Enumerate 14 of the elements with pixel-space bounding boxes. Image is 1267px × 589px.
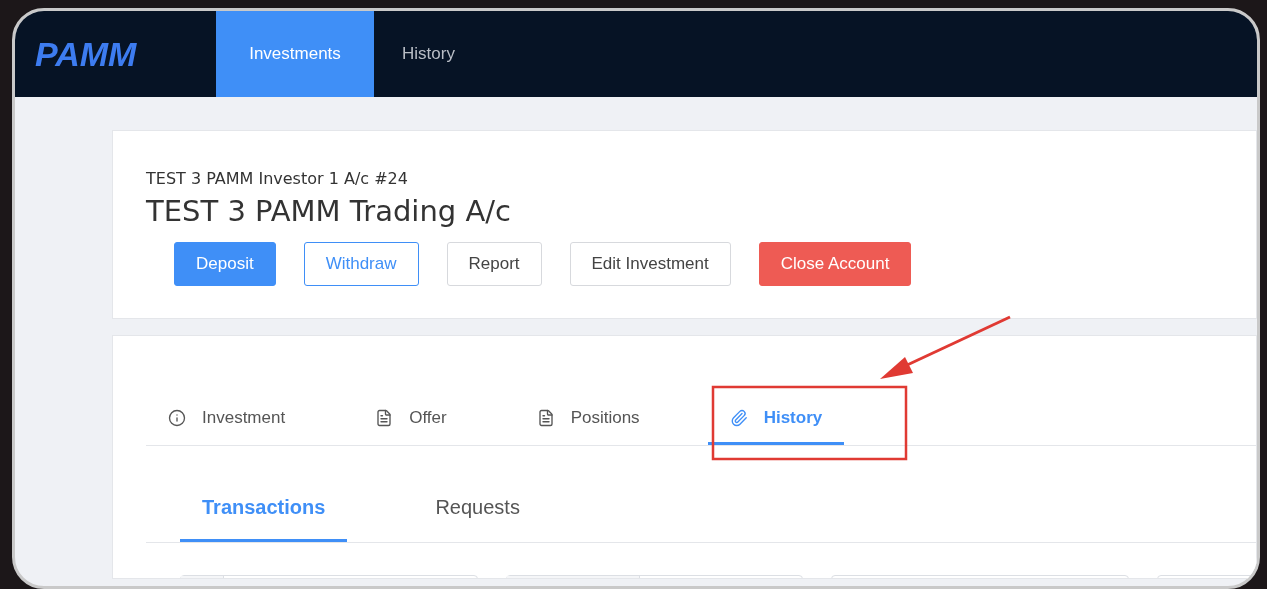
paperclip-icon (729, 409, 748, 427)
sub-tab[interactable]: Requests (413, 484, 542, 542)
info-icon (168, 409, 186, 427)
document-icon (375, 409, 394, 427)
action-button[interactable]: Edit Investment (569, 242, 731, 286)
account-title: TEST 3 PAMM Trading A/c (146, 194, 512, 228)
action-button[interactable]: Report (446, 242, 542, 286)
tab[interactable]: Investment (168, 388, 308, 445)
nav-tab[interactable]: History (374, 11, 483, 97)
document-icon (536, 409, 555, 427)
tab[interactable]: Offer (375, 388, 469, 445)
tab[interactable]: Positions (536, 388, 662, 445)
logo: PAMM (34, 33, 138, 75)
account-subtitle: TEST 3 PAMM Investor 1 A/c #24 (146, 169, 409, 188)
